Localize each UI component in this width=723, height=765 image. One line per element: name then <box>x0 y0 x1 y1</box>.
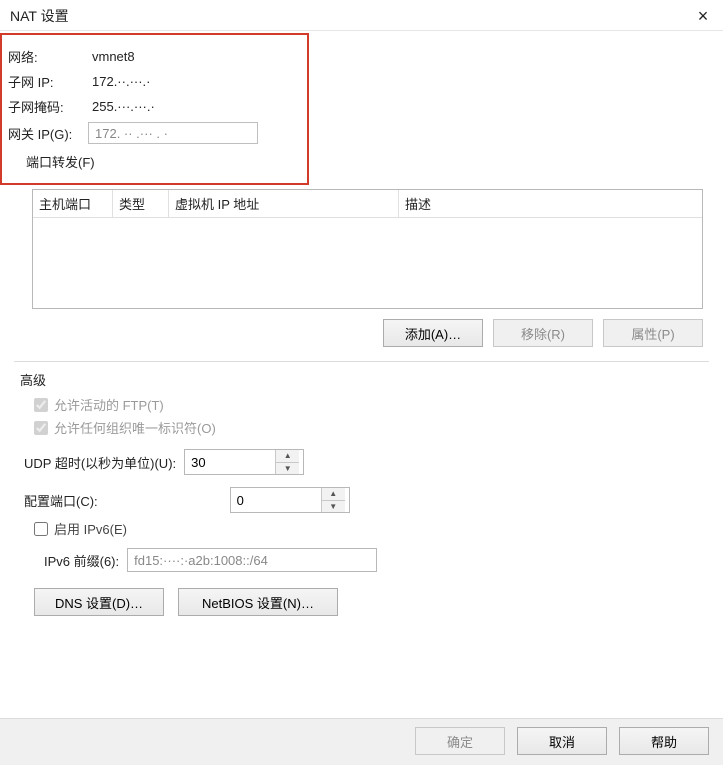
window-title: NAT 设置 <box>10 6 69 26</box>
network-label: 网络: <box>8 47 88 66</box>
dns-settings-button[interactable]: DNS 设置(D)… <box>34 588 164 616</box>
udp-timeout-spinner[interactable]: ▲ ▼ <box>184 449 304 475</box>
down-icon[interactable]: ▼ <box>322 501 345 513</box>
allow-oui-checkbox <box>34 421 48 435</box>
enable-ipv6-label: 启用 IPv6(E) <box>54 519 127 538</box>
enable-ipv6-row[interactable]: 启用 IPv6(E) <box>34 519 709 538</box>
highlight-network-box: 网络: vmnet8 子网 IP: 172.··.···.· 子网掩码: 255… <box>0 33 309 185</box>
table-header: 主机端口 类型 虚拟机 IP 地址 描述 <box>33 190 702 218</box>
allow-oui-label: 允许任何组织唯一标识符(O) <box>54 418 216 437</box>
advanced-heading: 高级 <box>20 370 709 389</box>
help-button[interactable]: 帮助 <box>619 727 709 755</box>
gateway-label: 网关 IP(G): <box>8 124 88 143</box>
ipv6-prefix-label: IPv6 前缀(6): <box>44 551 119 570</box>
subnet-ip-value: 172.··.···.· <box>88 74 151 89</box>
close-icon[interactable]: × <box>693 6 713 26</box>
ok-button: 确定 <box>415 727 505 755</box>
port-forward-table[interactable]: 主机端口 类型 虚拟机 IP 地址 描述 <box>32 189 703 309</box>
config-port-spinner[interactable]: ▲ ▼ <box>230 487 350 513</box>
udp-timeout-input[interactable] <box>185 450 275 474</box>
network-value: vmnet8 <box>88 49 135 64</box>
col-host-port[interactable]: 主机端口 <box>33 190 113 217</box>
down-icon[interactable]: ▼ <box>276 463 299 475</box>
col-desc[interactable]: 描述 <box>399 190 702 217</box>
properties-button: 属性(P) <box>603 319 703 347</box>
col-type[interactable]: 类型 <box>113 190 169 217</box>
subnet-mask-value: 255.···.···.· <box>88 99 155 114</box>
cancel-button[interactable]: 取消 <box>517 727 607 755</box>
divider <box>14 361 709 362</box>
remove-button: 移除(R) <box>493 319 593 347</box>
enable-ipv6-checkbox[interactable] <box>34 522 48 536</box>
netbios-settings-button[interactable]: NetBIOS 设置(N)… <box>178 588 338 616</box>
config-port-input[interactable] <box>231 488 321 512</box>
udp-timeout-label: UDP 超时(以秒为单位)(U): <box>24 453 176 472</box>
add-button[interactable]: 添加(A)… <box>383 319 483 347</box>
subnet-mask-label: 子网掩码: <box>8 97 88 116</box>
gateway-input[interactable] <box>88 122 258 144</box>
title-bar: NAT 设置 × <box>0 0 723 31</box>
allow-ftp-label: 允许活动的 FTP(T) <box>54 395 164 414</box>
allow-ftp-row: 允许活动的 FTP(T) <box>34 395 709 414</box>
col-vm-ip[interactable]: 虚拟机 IP 地址 <box>169 190 399 217</box>
up-icon[interactable]: ▲ <box>276 450 299 463</box>
allow-oui-row: 允许任何组织唯一标识符(O) <box>34 418 709 437</box>
subnet-ip-label: 子网 IP: <box>8 72 88 91</box>
ipv6-prefix-input[interactable] <box>127 548 377 572</box>
config-port-label: 配置端口(C): <box>24 491 98 510</box>
dialog-footer: 确定 取消 帮助 <box>0 718 723 765</box>
port-forward-heading: 端口转发(F) <box>26 152 299 171</box>
allow-ftp-checkbox <box>34 398 48 412</box>
up-icon[interactable]: ▲ <box>322 488 345 501</box>
